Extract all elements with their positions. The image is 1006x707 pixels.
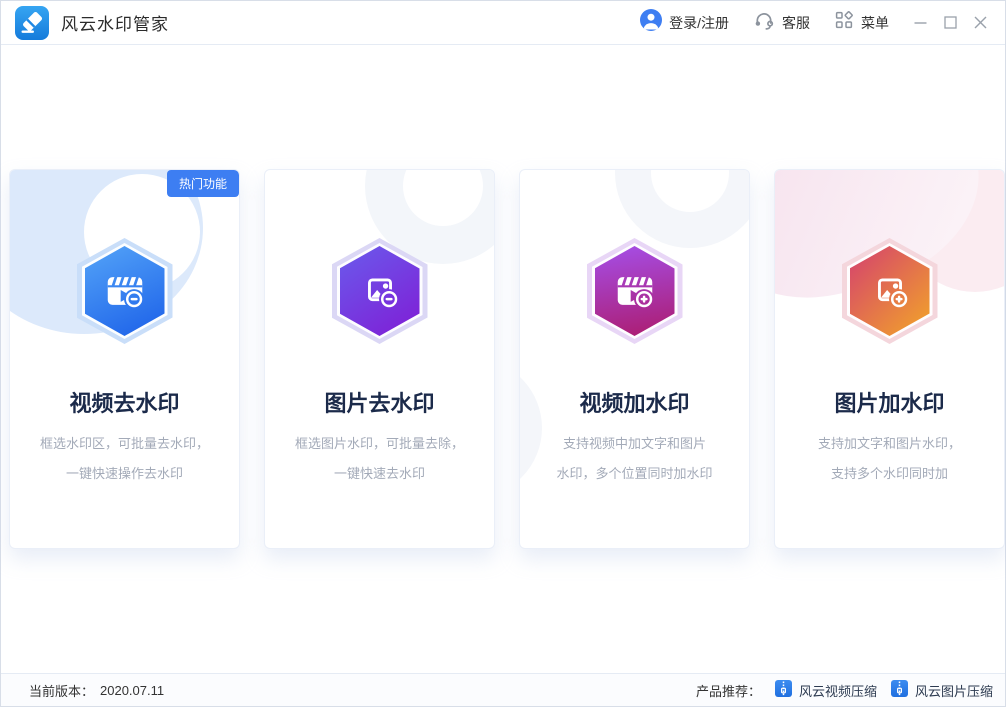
headset-icon — [753, 9, 775, 36]
card-video-add-watermark[interactable]: 视频加水印 支持视频中加文字和图片水印，多个位置同时加水印 — [519, 169, 750, 549]
title-bar: 风云水印管家 登录/注册 — [1, 1, 1005, 45]
image-add-watermark-icon — [842, 238, 938, 344]
window-controls — [905, 8, 995, 38]
hot-feature-badge: 热门功能 — [167, 170, 239, 197]
product-label: 风云视频压缩 — [799, 681, 877, 700]
card-description: 框选水印区，可批量去水印，一键快速操作去水印 — [10, 429, 239, 489]
decor-ring — [615, 169, 750, 248]
card-image-add-watermark[interactable]: 图片加水印 支持加文字和图片水印，支持多个水印同时加 — [774, 169, 1005, 549]
image-remove-watermark-icon — [332, 238, 428, 344]
maximize-icon[interactable] — [935, 8, 965, 38]
video-add-watermark-icon — [587, 238, 683, 344]
feature-cards: 热门功能 — [9, 169, 1005, 549]
user-avatar-icon — [640, 9, 662, 36]
card-image-remove-watermark[interactable]: 图片去水印 框选图片水印，可批量去除，一键快速去水印 — [264, 169, 495, 549]
product-link-video-compress[interactable]: 风云视频压缩 — [775, 680, 877, 700]
minimize-icon[interactable] — [905, 8, 935, 38]
customer-service-button[interactable]: 客服 — [753, 9, 810, 36]
product-label: 风云图片压缩 — [915, 681, 993, 700]
close-icon[interactable] — [965, 8, 995, 38]
card-video-remove-watermark[interactable]: 热门功能 — [9, 169, 240, 549]
recommend-label: 产品推荐： — [696, 681, 761, 700]
product-link-image-compress[interactable]: 风云图片压缩 — [891, 680, 993, 700]
app-logo-eraser-icon — [15, 6, 49, 40]
login-register-button[interactable]: 登录/注册 — [640, 9, 729, 36]
version-label: 当前版本： — [29, 681, 94, 700]
zip-app-icon — [775, 680, 792, 700]
card-title: 图片去水印 — [265, 386, 494, 418]
zip-app-icon — [891, 680, 908, 700]
app-title: 风云水印管家 — [61, 10, 169, 35]
version-value: 2020.07.11 — [100, 683, 164, 698]
login-register-label: 登录/注册 — [669, 13, 729, 33]
card-description: 支持加文字和图片水印，支持多个水印同时加 — [775, 429, 1004, 489]
card-description: 框选图片水印，可批量去除，一键快速去水印 — [265, 429, 494, 489]
menu-label: 菜单 — [861, 13, 889, 33]
video-remove-watermark-icon — [77, 238, 173, 344]
card-title: 视频去水印 — [10, 386, 239, 418]
card-title: 图片加水印 — [775, 386, 1004, 418]
card-description: 支持视频中加文字和图片水印，多个位置同时加水印 — [520, 429, 749, 489]
menu-button[interactable]: 菜单 — [834, 10, 889, 35]
status-bar: 当前版本： 2020.07.11 产品推荐： 风云视频压缩 — [1, 673, 1005, 706]
card-title: 视频加水印 — [520, 386, 749, 418]
customer-service-label: 客服 — [782, 13, 810, 33]
grid-menu-icon — [834, 10, 854, 35]
